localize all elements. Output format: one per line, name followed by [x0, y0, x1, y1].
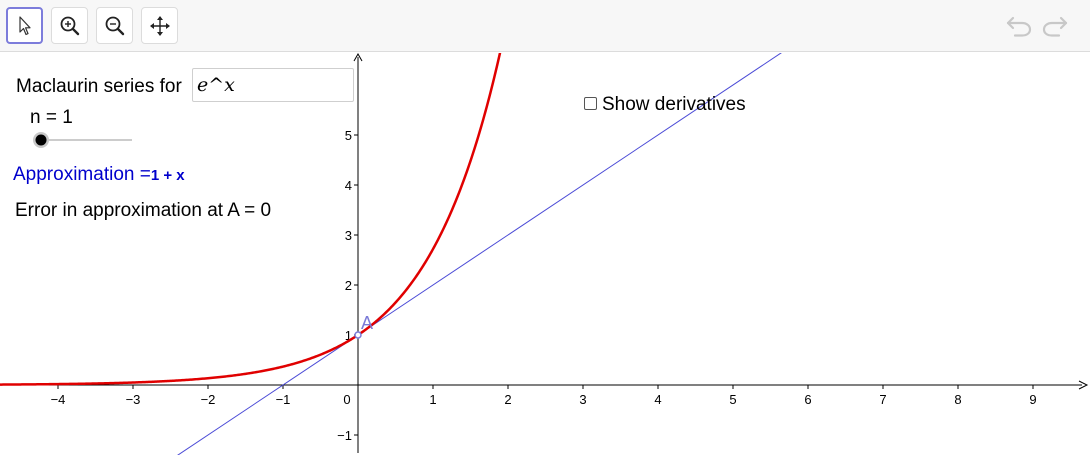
- x-axis-tick-label: 2: [504, 392, 511, 407]
- x-axis-tick-label: 5: [729, 392, 736, 407]
- function-input[interactable]: e^x: [192, 68, 354, 102]
- n-slider-label: n = 1: [30, 107, 73, 128]
- x-axis-tick-label: −1: [276, 392, 291, 407]
- n-slider[interactable]: [28, 130, 138, 150]
- x-axis-tick-label: 7: [879, 392, 886, 407]
- pointer-arrow-icon: [18, 15, 31, 35]
- x-axis-tick-label: −3: [126, 392, 141, 407]
- function-input-value: e^x: [197, 74, 235, 96]
- error-label: Error in approximation at A = 0: [15, 200, 272, 221]
- zoom-out-tool-button[interactable]: [96, 7, 133, 44]
- x-axis-tick-label: −4: [51, 392, 66, 407]
- x-axis-tick-label: 1: [429, 392, 436, 407]
- x-axis-tick-label: −2: [201, 392, 216, 407]
- zoom-in-icon: [60, 16, 79, 35]
- x-axis-tick-label: 9: [1029, 392, 1036, 407]
- move-arrows-icon: [149, 15, 170, 36]
- n-slider-dot: [35, 134, 47, 146]
- zoom-out-icon: [105, 16, 124, 35]
- undo-button[interactable]: [1004, 12, 1034, 43]
- y-axis-tick-label: −1: [337, 428, 352, 443]
- redo-icon: [1042, 16, 1068, 37]
- move-tool-button[interactable]: [6, 7, 43, 44]
- show-derivatives-checkbox[interactable]: [584, 97, 597, 110]
- y-axis-tick-label: 2: [345, 278, 352, 293]
- y-axis-tick-label: 3: [345, 228, 352, 243]
- approximation-value: 1 + x: [150, 167, 185, 184]
- approximation-label: Approximation =: [13, 164, 151, 185]
- toolbar: [0, 0, 1090, 52]
- y-axis-tick-label: 4: [345, 178, 352, 193]
- approximation-row: Approximation =1 + x: [13, 164, 185, 186]
- show-derivatives-label[interactable]: Show derivatives: [602, 94, 746, 116]
- undo-icon: [1006, 16, 1032, 37]
- x-axis-tick-label: 4: [654, 392, 661, 407]
- point-a-label: A: [361, 313, 373, 333]
- x-axis-tick-label: 6: [804, 392, 811, 407]
- series-label: Maclaurin series for: [16, 76, 182, 97]
- x-axis-tick-label: 3: [579, 392, 586, 407]
- x-axis-tick-label: 0: [343, 392, 350, 407]
- graphics-view[interactable]: −4 −3 −2 −1 0 1 2 3 4 5 6 7 8 9−112345A: [0, 53, 1090, 455]
- redo-button[interactable]: [1040, 12, 1070, 43]
- x-axis-tick-label: 8: [954, 392, 961, 407]
- move-graphics-view-tool-button[interactable]: [141, 7, 178, 44]
- y-axis-tick-label: 5: [345, 128, 352, 143]
- zoom-in-tool-button[interactable]: [51, 7, 88, 44]
